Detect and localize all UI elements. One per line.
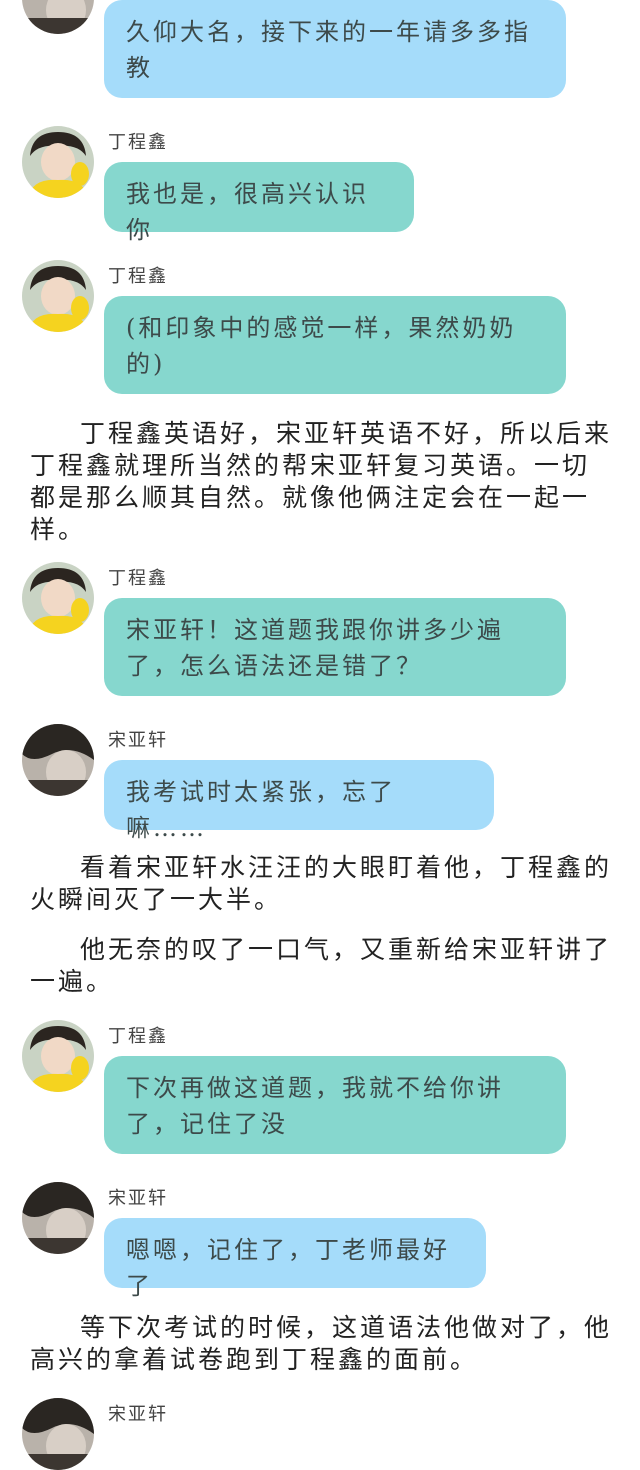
sender-name: 丁程鑫 xyxy=(108,132,168,153)
message-text: 我考试时太紧张，忘了嘛…… xyxy=(126,778,396,842)
chat-bubble: 我也是，很高兴认识你 xyxy=(104,162,414,244)
sender-name: 丁程鑫 xyxy=(108,568,168,589)
story-paragraph: 他无奈的叹了一口气，又重新给宋亚轩讲了一遍。 xyxy=(30,935,613,996)
message-text: 我也是，很高兴认识你 xyxy=(126,180,369,244)
message-text: (和印象中的感觉一样，果然奶奶的) xyxy=(126,314,517,378)
avatar-song-yaxuan[interactable] xyxy=(22,724,94,796)
message-text: 宋亚轩！这道题我跟你讲多少遍了，怎么语法还是错了？ xyxy=(126,616,504,680)
sender-name: 宋亚轩 xyxy=(108,1188,168,1209)
sender-name: 宋亚轩 xyxy=(108,1404,168,1425)
avatar-song-yaxuan[interactable] xyxy=(22,0,94,34)
avatar-song-yaxuan[interactable] xyxy=(22,1398,94,1470)
chat-bubble: 宋亚轩！这道题我跟你讲多少遍了，怎么语法还是错了？ xyxy=(104,598,566,696)
avatar-ding-chengxin[interactable] xyxy=(22,562,94,634)
chat-bubble: 久仰大名，接下来的一年请多多指教 xyxy=(104,0,566,98)
story-paragraph: 丁程鑫英语好，宋亚轩英语不好，所以后来丁程鑫就理所当然的帮宋亚轩复习英语。一切都… xyxy=(30,419,613,544)
chat-bubble: 下次再做这道题，我就不给你讲了，记住了没 xyxy=(104,1056,566,1154)
sender-name: 宋亚轩 xyxy=(108,730,168,751)
message-text: 久仰大名，接下来的一年请多多指教 xyxy=(126,18,531,82)
sender-name: 丁程鑫 xyxy=(108,266,168,287)
chat-bubble: 嗯嗯，记住了，丁老师最好了 xyxy=(104,1218,486,1300)
message-text: 下次再做这道题，我就不给你讲了，记住了没 xyxy=(126,1074,504,1138)
message-text: 嗯嗯，记住了，丁老师最好了 xyxy=(126,1236,450,1300)
chat-bubble: (和印象中的感觉一样，果然奶奶的) xyxy=(104,296,566,394)
avatar-ding-chengxin[interactable] xyxy=(22,1020,94,1092)
chat-bubble: 我考试时太紧张，忘了嘛…… xyxy=(104,760,494,842)
sender-name: 丁程鑫 xyxy=(108,1026,168,1047)
story-paragraph: 看着宋亚轩水汪汪的大眼盯着他，丁程鑫的火瞬间灭了一大半。 xyxy=(30,853,613,914)
avatar-song-yaxuan[interactable] xyxy=(22,1182,94,1254)
story-paragraph: 等下次考试的时候，这道语法他做对了，他高兴的拿着试卷跑到丁程鑫的面前。 xyxy=(30,1313,613,1374)
avatar-ding-chengxin[interactable] xyxy=(22,260,94,332)
avatar-ding-chengxin[interactable] xyxy=(22,126,94,198)
